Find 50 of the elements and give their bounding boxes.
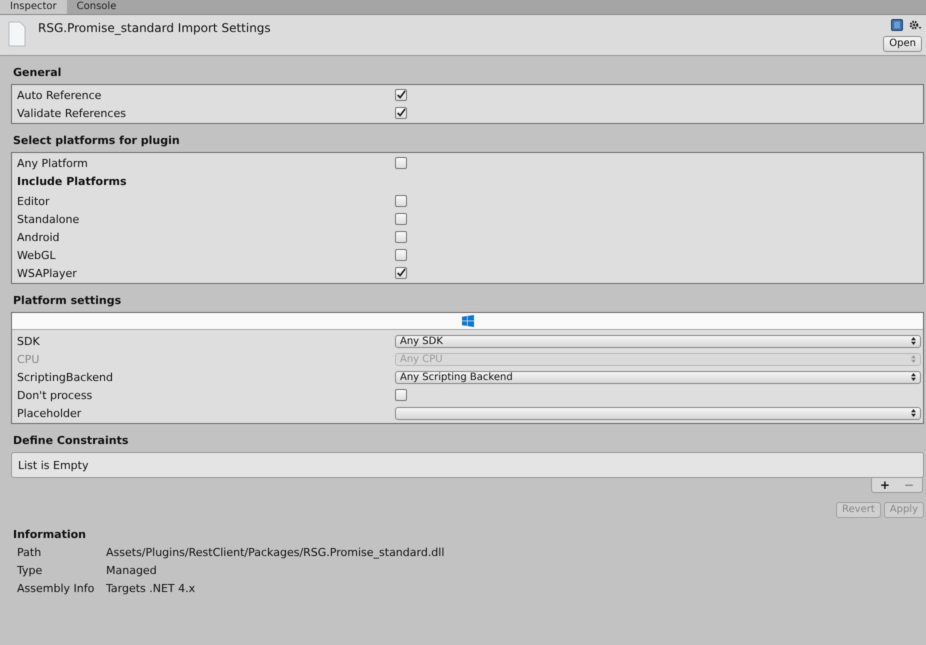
info-value: Assets/Plugins/RestClient/Packages/RSG.Promise_standard.dll: [106, 546, 446, 560]
field-label: Standalone: [17, 212, 80, 226]
add-button[interactable]: +: [880, 479, 890, 491]
up-down-arrows-icon: [911, 337, 916, 345]
field-label: Placeholder: [17, 406, 82, 420]
field-label: WSAPlayer: [17, 266, 78, 280]
checkbox[interactable]: [395, 231, 407, 243]
field-label: SDK: [17, 334, 41, 348]
up-down-arrows-icon: [911, 373, 916, 381]
field-label: CPU: [17, 352, 40, 366]
empty-list-text: List is Empty: [18, 458, 88, 472]
checkbox[interactable]: [395, 267, 407, 279]
checkbox[interactable]: [395, 157, 407, 169]
field-label: Android: [17, 230, 61, 244]
panel-tab[interactable]: Inspector: [0, 0, 67, 14]
checkbox[interactable]: [395, 89, 407, 101]
dropdown[interactable]: [395, 406, 921, 420]
file-icon: [8, 21, 26, 47]
up-down-arrows-icon: [911, 355, 916, 363]
subheading: Include Platforms: [16, 174, 128, 190]
settings-icon[interactable]: [908, 19, 922, 31]
up-down-arrows-icon: [911, 409, 916, 417]
field-label: Editor: [17, 194, 51, 208]
info-value: Targets .NET 4.x: [106, 582, 196, 596]
checkbox[interactable]: [395, 195, 407, 207]
field-label: Any Platform: [17, 156, 89, 170]
field-label: WebGL: [17, 248, 57, 262]
dropdown[interactable]: Any SDK: [395, 334, 921, 348]
section-heading: Information: [12, 527, 87, 543]
windows-icon[interactable]: [462, 315, 474, 327]
dropdown[interactable]: Any Scripting Backend: [395, 370, 921, 384]
info-label: Type: [17, 564, 44, 578]
info-label: Assembly Info: [17, 582, 96, 596]
info-label: Path: [17, 546, 42, 560]
field-label: Don't process: [17, 388, 94, 402]
section-heading: Define Constraints: [12, 433, 130, 449]
section-heading: Platform settings: [12, 293, 122, 309]
checkbox[interactable]: [395, 249, 407, 261]
checkbox[interactable]: [395, 107, 407, 119]
field-label: Auto Reference: [17, 88, 102, 102]
inspector-title: RSG.Promise_standard Import Settings: [38, 21, 272, 35]
field-label: Validate References: [17, 106, 127, 120]
checkbox[interactable]: [395, 389, 407, 401]
checkbox[interactable]: [395, 213, 407, 225]
section-heading: General: [12, 65, 62, 81]
info-value: Managed: [106, 564, 158, 578]
section-heading: Select platforms for plugin: [12, 133, 181, 149]
panel-tab[interactable]: Console: [66, 0, 126, 14]
open-button[interactable]: Open: [883, 36, 922, 52]
field-label: ScriptingBackend: [17, 370, 114, 384]
